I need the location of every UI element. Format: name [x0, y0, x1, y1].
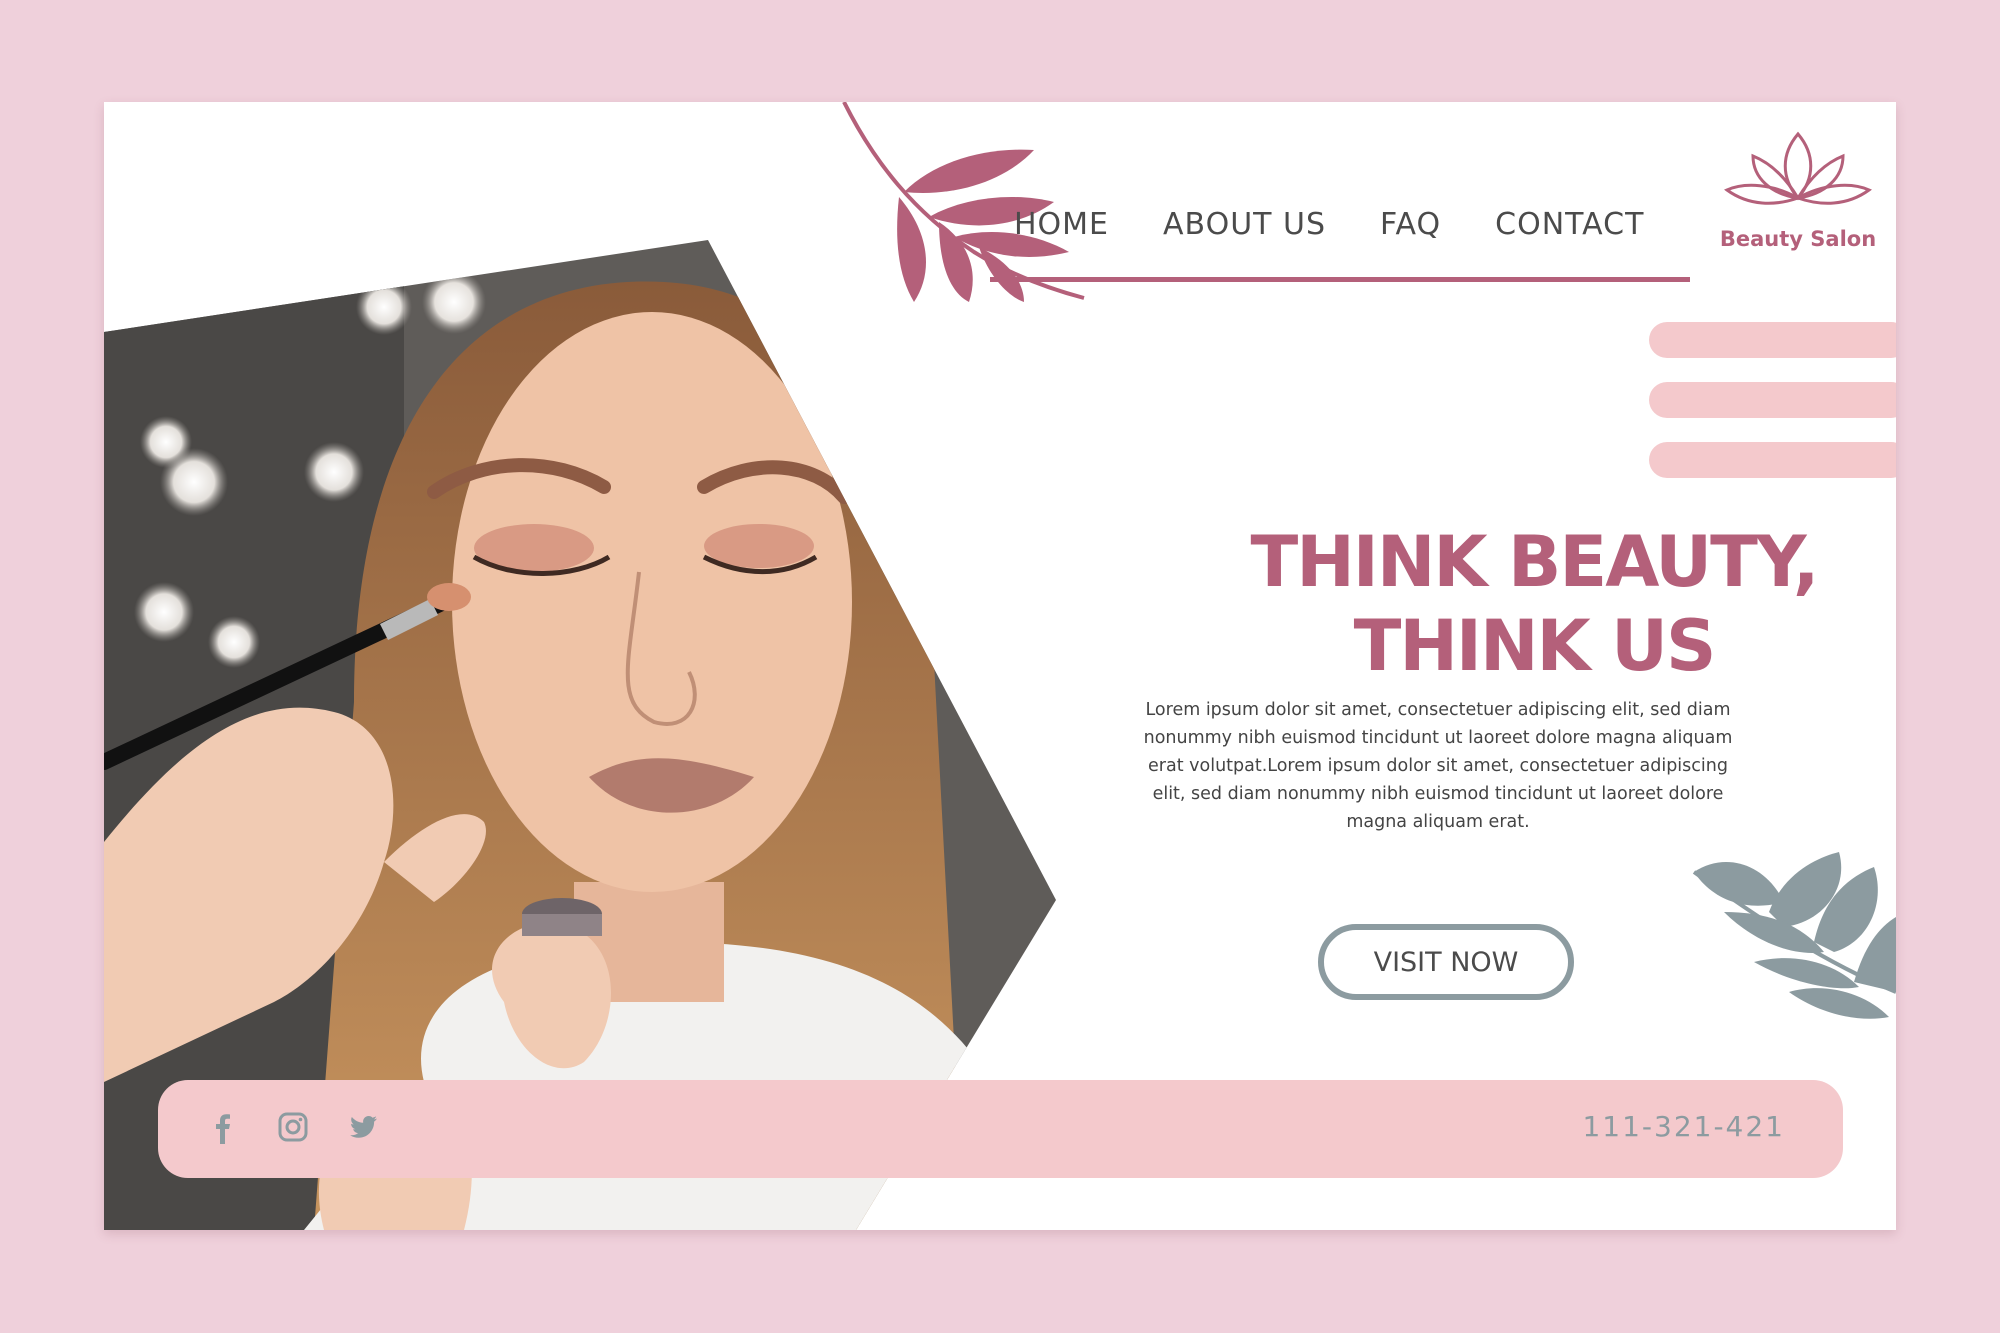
leaf-decoration-icon — [1692, 852, 1896, 1019]
decor-stripe — [1649, 442, 1896, 478]
footer-bar: 111-321-421 — [158, 1080, 1843, 1178]
social-links — [206, 1110, 380, 1144]
brand-logo[interactable]: Beauty Salon — [1718, 126, 1878, 266]
twitter-icon[interactable] — [346, 1110, 380, 1144]
landing-page-card: HOME ABOUT US FAQ CONTACT Beauty Salon T… — [104, 102, 1896, 1230]
decor-stripe — [1649, 382, 1896, 418]
hero-headline: THINK BEAUTY, THINK US — [1144, 520, 1896, 688]
decor-stripe — [1649, 322, 1896, 358]
hero-description: Lorem ipsum dolor sit amet, consectetuer… — [1143, 700, 1733, 832]
nav-contact[interactable]: CONTACT — [1495, 207, 1644, 242]
nav-faq[interactable]: FAQ — [1380, 207, 1441, 242]
main-nav: HOME ABOUT US FAQ CONTACT — [990, 172, 1690, 282]
headline-line-2: THINK US — [1353, 605, 1717, 687]
nav-home[interactable]: HOME — [1014, 207, 1109, 242]
nav-about-us[interactable]: ABOUT US — [1163, 207, 1326, 242]
instagram-icon[interactable] — [276, 1110, 310, 1144]
facebook-icon[interactable] — [206, 1110, 240, 1144]
headline-line-1: THINK BEAUTY, — [1250, 521, 1819, 603]
phone-number[interactable]: 111-321-421 — [1582, 1110, 1785, 1143]
brand-name: Beauty Salon — [1719, 227, 1877, 251]
visit-now-button[interactable]: VISIT NOW — [1318, 924, 1574, 1000]
lotus-icon — [1724, 131, 1872, 205]
